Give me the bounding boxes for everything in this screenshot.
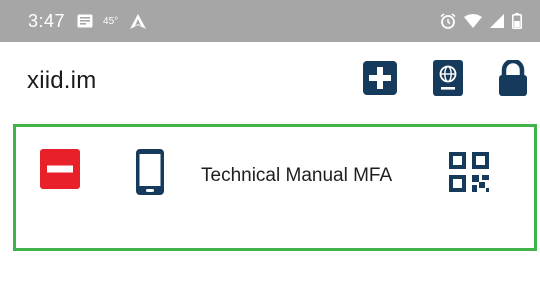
- device-indicator: [134, 148, 166, 200]
- status-right-group: [432, 0, 522, 42]
- status-left-group: 3:47 45°: [28, 0, 147, 42]
- message-icon: [77, 14, 93, 28]
- mfa-item-label: Technical Manual MFA: [201, 165, 393, 186]
- phone-icon: [136, 148, 164, 200]
- navigation-icon: [130, 13, 147, 29]
- alarm-icon: [440, 13, 456, 29]
- passport-button[interactable]: [430, 59, 466, 101]
- remove-icon: [40, 148, 80, 194]
- app-header: xiid.im: [0, 42, 540, 120]
- status-temperature: 45°: [103, 15, 119, 27]
- qr-code-button[interactable]: [448, 151, 490, 197]
- status-time: 3:47: [28, 10, 66, 31]
- remove-button[interactable]: [40, 148, 80, 194]
- passport-icon: [433, 59, 463, 101]
- lock-button[interactable]: [495, 58, 531, 101]
- wifi-icon: [464, 14, 482, 28]
- mfa-list-item[interactable]: Technical Manual MFA: [13, 124, 537, 251]
- status-bar: 3:47 45°: [0, 0, 540, 42]
- add-button[interactable]: [362, 60, 398, 100]
- add-icon: [363, 60, 397, 100]
- lock-icon: [497, 58, 529, 101]
- app-title: xiid.im: [27, 67, 97, 94]
- signal-icon: [490, 14, 504, 28]
- qr-code-icon: [449, 151, 489, 197]
- battery-icon: [512, 13, 522, 29]
